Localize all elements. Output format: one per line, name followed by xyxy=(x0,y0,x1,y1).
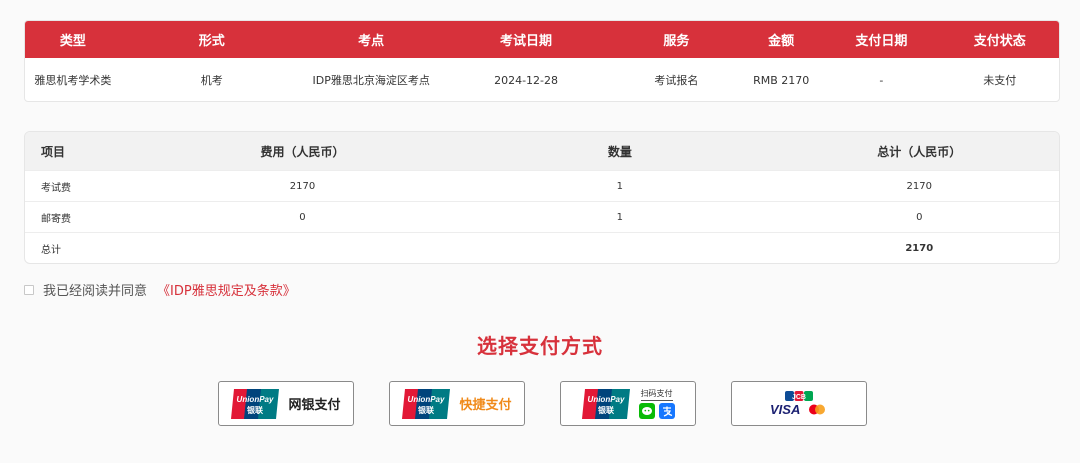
order-row: 雅思机考学术类 机考 IDP雅思北京海淀区考点 2024-12-28 考试报名 … xyxy=(25,58,1059,101)
header-exam-date: 考试日期 xyxy=(500,34,553,49)
quick-pay-button[interactable]: UnionPay 银联 快捷支付 xyxy=(389,381,525,426)
unionpay-logo-icon: UnionPay 银联 xyxy=(581,388,630,419)
table-row: 邮寄费 0 1 0 xyxy=(25,201,1059,232)
fee-qty: 1 xyxy=(616,211,624,223)
fee-cost: 2170 xyxy=(289,180,316,192)
fee-table-header: 项目 费用（人民币） 数量 总计（人民币） xyxy=(25,132,1059,170)
visa-mastercard-logo-icon: VISA xyxy=(770,402,825,417)
fee-total: 2170 xyxy=(906,180,932,192)
unionpay-logo-sub: 银联 xyxy=(417,405,434,415)
scan-pay-box: 扫码支付 xyxy=(638,388,675,419)
fee-grand-total: 2170 xyxy=(905,242,934,254)
quick-pay-label: 快捷支付 xyxy=(459,398,512,413)
agreement: 我已经阅读并同意 《IDP雅思规定及条款》 xyxy=(24,280,296,299)
order-exam-date: 2024-12-28 xyxy=(494,73,559,87)
header-form: 形式 xyxy=(198,34,225,49)
header-pay-date: 支付日期 xyxy=(855,34,908,49)
fee-item: 总计 xyxy=(41,244,61,256)
table-row-total: 总计 2170 xyxy=(25,232,1059,263)
fee-header-item: 项目 xyxy=(41,144,66,159)
jcb-logo-icon: JCB xyxy=(785,390,813,401)
header-pay-status: 支付状态 xyxy=(973,34,1026,49)
fee-qty: 1 xyxy=(616,180,624,192)
fee-item: 考试费 xyxy=(41,182,71,194)
unionpay-logo-text: UnionPay xyxy=(408,395,445,404)
order-pay-date: - xyxy=(879,73,884,87)
order-service: 考试报名 xyxy=(654,74,699,87)
international-card-pay-button[interactable]: JCB VISA xyxy=(731,381,867,426)
fee-total: 0 xyxy=(916,211,923,223)
alipay-icon xyxy=(658,403,675,419)
header-type: 类型 xyxy=(59,34,86,49)
unionpay-logo-sub: 银联 xyxy=(597,405,614,415)
fee-header-total: 总计（人民币） xyxy=(877,144,962,159)
fee-item: 邮寄费 xyxy=(41,213,71,225)
unionpay-logo-sub: 银联 xyxy=(246,405,263,415)
header-amount: 金额 xyxy=(768,34,795,49)
agree-text: 我已经阅读并同意 xyxy=(43,284,148,299)
fee-header-qty: 数量 xyxy=(607,144,632,159)
scan-pay-button[interactable]: UnionPay 银联 扫码支付 xyxy=(560,381,696,426)
netbank-pay-button[interactable]: UnionPay 银联 网银支付 xyxy=(218,381,354,426)
payment-title: 选择支付方式 xyxy=(477,334,603,358)
order-venue: IDP雅思北京海淀区考点 xyxy=(312,74,430,87)
card-brands: JCB VISA xyxy=(770,390,828,417)
unionpay-logo-icon: UnionPay 银联 xyxy=(231,388,280,419)
terms-link[interactable]: 《IDP雅思规定及条款》 xyxy=(157,280,296,299)
unionpay-logo-icon: UnionPay 银联 xyxy=(402,388,451,419)
order-table: 类型 形式 考点 考试日期 服务 金额 支付日期 支付状态 雅思机考学术类 机考… xyxy=(24,20,1060,102)
order-pay-status: 未支付 xyxy=(983,74,1017,87)
header-venue: 考点 xyxy=(358,34,385,49)
header-service: 服务 xyxy=(663,34,690,49)
fee-cost: 0 xyxy=(299,211,306,223)
unionpay-logo-text: UnionPay xyxy=(237,395,274,404)
order-amount: RMB 2170 xyxy=(753,73,810,87)
netbank-pay-label: 网银支付 xyxy=(288,398,341,413)
wechat-pay-icon xyxy=(638,403,655,419)
order-form: 机考 xyxy=(200,74,223,87)
visa-logo-text: VISA xyxy=(770,402,800,417)
jcb-logo-text: JCB xyxy=(792,393,806,400)
order-table-header: 类型 形式 考点 考试日期 服务 金额 支付日期 支付状态 xyxy=(25,21,1059,58)
table-row: 考试费 2170 1 2170 xyxy=(25,170,1059,201)
scan-pay-icons xyxy=(638,403,675,419)
scan-pay-label: 扫码支付 xyxy=(640,388,673,401)
page: 类型 形式 考点 考试日期 服务 金额 支付日期 支付状态 雅思机考学术类 机考… xyxy=(0,0,1080,463)
unionpay-logo-text: UnionPay xyxy=(587,395,624,404)
fee-table: 项目 费用（人民币） 数量 总计（人民币） 考试费 2170 1 2170 邮寄… xyxy=(24,131,1060,264)
order-type: 雅思机考学术类 xyxy=(34,74,112,87)
agree-checkbox[interactable] xyxy=(24,284,34,295)
fee-header-cost: 费用（人民币） xyxy=(260,144,345,159)
